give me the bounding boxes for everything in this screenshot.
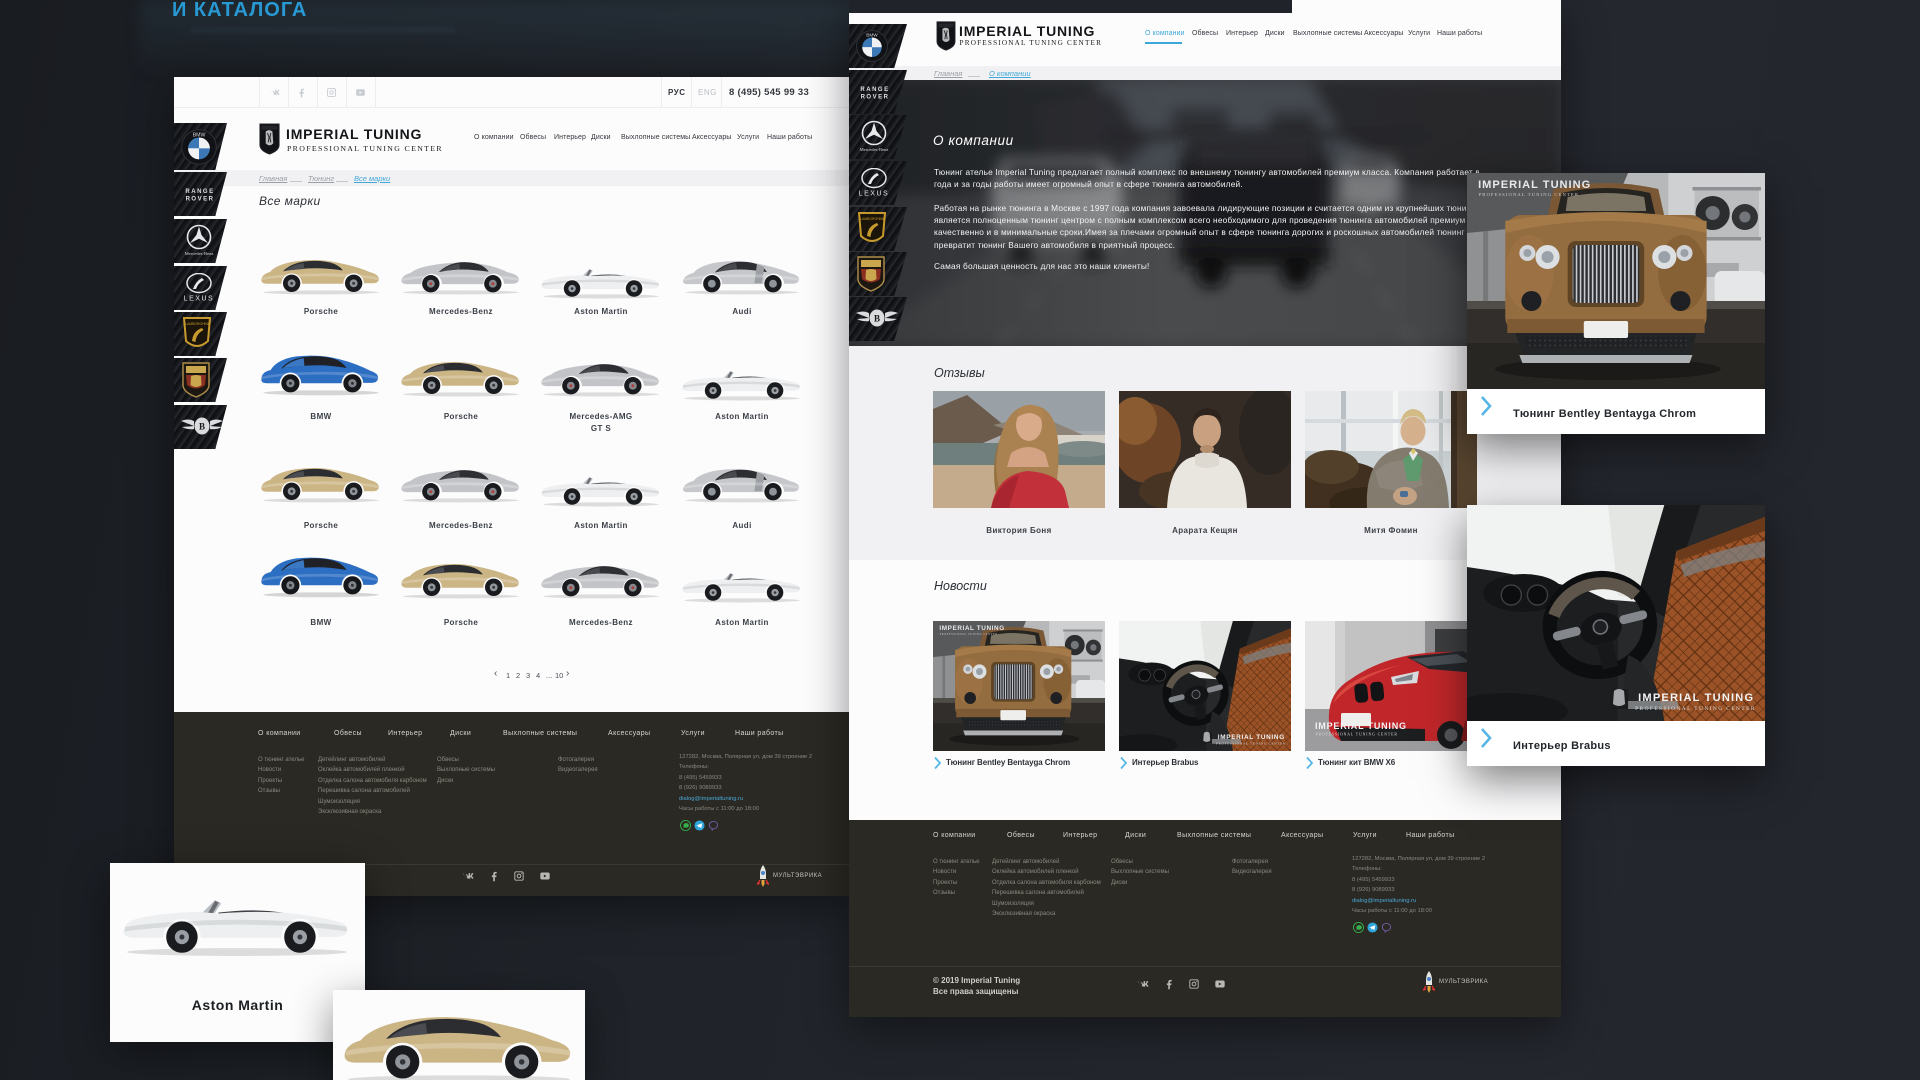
svg-text:LAMBORGHINI: LAMBORGHINI — [185, 322, 209, 326]
svg-text:ROVER: ROVER — [186, 197, 215, 203]
svg-text:Mercedes-Benz: Mercedes-Benz — [860, 147, 889, 152]
svg-text:LEXUS: LEXUS — [859, 191, 889, 198]
svg-text:Mercedes-Benz: Mercedes-Benz — [185, 251, 214, 256]
svg-text:RANGE: RANGE — [185, 189, 214, 195]
svg-text:LEXUS: LEXUS — [184, 296, 214, 303]
svg-text:LAMBORGHINI: LAMBORGHINI — [860, 217, 884, 221]
svg-text:B: B — [874, 314, 880, 324]
svg-text:PROFESSIONAL TUNING CENTER: PROFESSIONAL TUNING CENTER — [1316, 733, 1398, 737]
svg-text:ROVER: ROVER — [861, 95, 890, 101]
svg-text:RANGE: RANGE — [860, 87, 889, 93]
svg-text:B: B — [199, 422, 205, 432]
svg-text:IMPERIAL TUNING: IMPERIAL TUNING — [1315, 721, 1407, 731]
